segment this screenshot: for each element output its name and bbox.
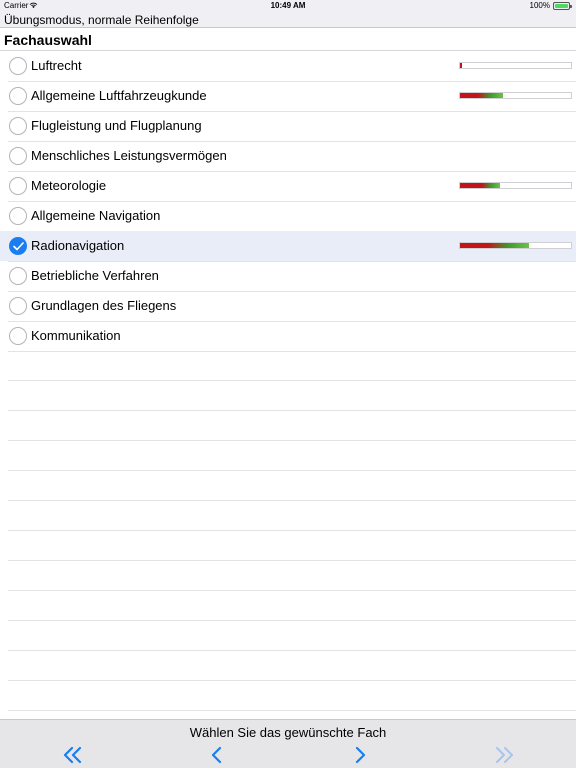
- instruction-text: Wählen Sie das gewünschte Fach: [189, 725, 387, 740]
- subject-label: Betriebliche Verfahren: [31, 268, 159, 283]
- empty-row: [8, 651, 576, 681]
- subject-label: Menschliches Leistungsvermögen: [31, 148, 227, 163]
- progress-incorrect-fill: [460, 63, 463, 68]
- subject-row[interactable]: Luftrecht: [0, 51, 576, 82]
- empty-row: [8, 441, 576, 471]
- empty-row: [8, 381, 576, 411]
- empty-row: [8, 531, 576, 561]
- progress-incorrect-fill: [460, 243, 488, 248]
- radio-unchecked-icon[interactable]: [9, 327, 27, 345]
- radio-checked-icon[interactable]: [9, 237, 27, 255]
- double-chevron-right-icon: [496, 747, 513, 763]
- double-chevron-left-icon: [63, 746, 82, 764]
- mode-title: Übungsmodus, normale Reihenfolge: [4, 13, 199, 27]
- section-header: Fachauswahl: [0, 29, 576, 51]
- progress-correct-fill: [487, 243, 529, 248]
- empty-row: [8, 591, 576, 621]
- status-bar: Carrier 10:49 AM 100%: [0, 0, 576, 12]
- empty-row: [8, 351, 576, 381]
- subject-label: Flugleistung und Flugplanung: [31, 118, 202, 133]
- subject-row[interactable]: Allgemeine Navigation: [0, 201, 576, 232]
- progress-incorrect-fill: [460, 93, 478, 98]
- subject-label: Grundlagen des Fliegens: [31, 298, 177, 313]
- subject-row[interactable]: Flugleistung und Flugplanung: [0, 111, 576, 142]
- radio-unchecked-icon[interactable]: [9, 207, 27, 225]
- empty-row: [8, 621, 576, 651]
- subject-row[interactable]: Grundlagen des Fliegens: [0, 291, 576, 322]
- clock: 10:49 AM: [270, 1, 306, 10]
- subject-label: Allgemeine Luftfahrzeugkunde: [31, 88, 207, 103]
- subject-label: Kommunikation: [31, 328, 121, 343]
- progress-incorrect-fill: [460, 183, 483, 188]
- last-button[interactable]: [493, 745, 515, 765]
- previous-button[interactable]: [206, 745, 228, 765]
- radio-unchecked-icon[interactable]: [9, 267, 27, 285]
- radio-unchecked-icon[interactable]: [9, 57, 27, 75]
- subject-row[interactable]: Betriebliche Verfahren: [0, 261, 576, 292]
- progress-correct-fill: [477, 93, 504, 98]
- battery-icon: [553, 2, 572, 10]
- chevron-left-icon: [211, 746, 222, 764]
- empty-row: [8, 411, 576, 441]
- empty-row: [8, 471, 576, 501]
- subject-label: Luftrecht: [31, 58, 82, 73]
- empty-row: [8, 681, 576, 711]
- empty-row: [8, 561, 576, 591]
- battery-percentage: 100%: [529, 1, 550, 10]
- bottom-toolbar: Wählen Sie das gewünschte Fach: [0, 719, 576, 768]
- subject-row[interactable]: Menschliches Leistungsvermögen: [0, 141, 576, 172]
- progress-bar: [459, 62, 572, 69]
- subject-label: Allgemeine Navigation: [31, 208, 161, 223]
- progress-bar: [459, 92, 572, 99]
- subject-row[interactable]: Radionavigation: [0, 231, 576, 262]
- progress-correct-fill: [482, 183, 500, 188]
- radio-unchecked-icon[interactable]: [9, 117, 27, 135]
- subject-row[interactable]: Meteorologie: [0, 171, 576, 202]
- checkmark-icon: [13, 242, 24, 251]
- subject-list[interactable]: Luftrecht Allgemeine Luftfahrzeugkunde Flu…: [0, 51, 576, 719]
- radio-unchecked-icon[interactable]: [9, 87, 27, 105]
- progress-bar: [459, 182, 572, 189]
- chevron-right-icon: [355, 746, 366, 764]
- next-button[interactable]: [349, 745, 371, 765]
- radio-unchecked-icon[interactable]: [9, 177, 27, 195]
- mode-bar: Übungsmodus, normale Reihenfolge: [0, 12, 576, 28]
- subject-label: Radionavigation: [31, 238, 125, 253]
- section-title: Fachauswahl: [4, 32, 92, 48]
- progress-bar: [459, 242, 572, 249]
- subject-label: Meteorologie: [31, 178, 107, 193]
- empty-row: [8, 501, 576, 531]
- subject-row[interactable]: Kommunikation: [0, 321, 576, 352]
- first-button[interactable]: [62, 745, 84, 765]
- subject-row[interactable]: Allgemeine Luftfahrzeugkunde: [0, 81, 576, 112]
- radio-unchecked-icon[interactable]: [9, 147, 27, 165]
- radio-unchecked-icon[interactable]: [9, 297, 27, 315]
